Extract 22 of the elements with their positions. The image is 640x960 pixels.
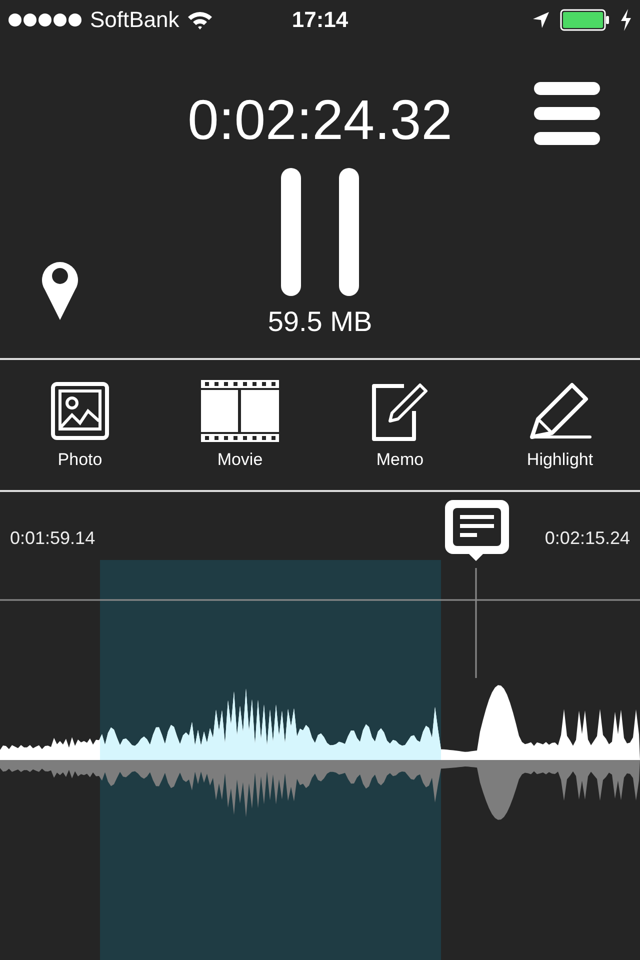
wifi-icon <box>187 10 214 30</box>
start-time: 0:01:59.14 <box>10 528 96 550</box>
signal-icon <box>8 12 82 28</box>
toolbar-button[interactable]: Highlight <box>480 380 640 470</box>
carrier-name: SoftBank <box>90 7 180 33</box>
film-strip-icon <box>201 380 279 442</box>
toolbar-button[interactable]: Movie <box>160 380 320 470</box>
pencil-icon <box>528 381 592 441</box>
charging-bolt-icon <box>620 9 632 31</box>
menu-button[interactable] <box>534 82 600 145</box>
toolbar-button[interactable]: Memo <box>320 380 480 470</box>
location-arrow-icon <box>532 11 550 29</box>
status-time: 17:14 <box>292 7 348 33</box>
note-marker-icon[interactable] <box>443 498 511 562</box>
file-size: 59.5 MB <box>268 306 372 338</box>
end-time: 0:02:15.24 <box>544 528 630 550</box>
pause-button[interactable] <box>281 168 359 296</box>
picture-frame-icon <box>50 381 110 441</box>
battery-icon <box>560 9 610 31</box>
elapsed-time: 0:02:24.32 <box>188 88 452 152</box>
toolbar-button[interactable]: Photo <box>0 380 160 470</box>
edit-note-icon <box>370 381 430 441</box>
